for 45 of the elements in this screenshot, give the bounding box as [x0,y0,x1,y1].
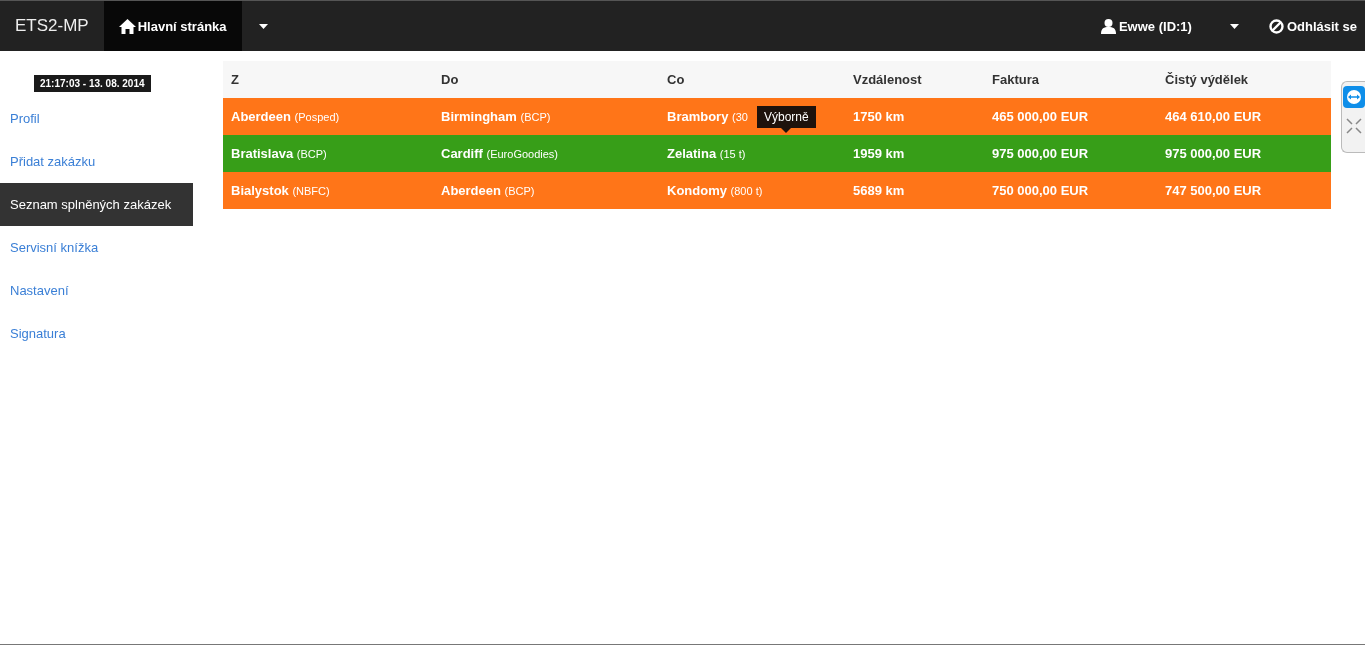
sidebar-item[interactable]: Profil [0,97,193,140]
expand-icon [1345,118,1362,134]
column-header: Z [230,72,240,87]
logout-button[interactable]: Odhlásit se [1268,18,1357,34]
sidebar-item[interactable]: Servisní knížka [0,226,193,269]
table-cell-text: Birmingham (BCP) [440,109,552,124]
column-header: Čistý výdělek [1164,72,1250,87]
column-header: Vzdálenost [852,72,923,87]
clock-badge: 21:17:03 - 13. 08. 2014 [34,75,151,92]
tooltip-arrow-icon [781,128,792,133]
home-icon [118,18,136,34]
ban-icon [1268,18,1284,34]
table-cell-text: 1750 km [852,109,906,124]
table-cell-text: 5689 km [852,183,906,198]
brand-link[interactable]: ETS2-MP [0,16,104,36]
side-widget[interactable] [1341,81,1365,153]
table-cell-text: 750 000,00 EUR [991,183,1090,198]
caret-icon[interactable] [258,23,268,29]
table-cell-text: 975 000,00 EUR [991,146,1090,161]
arrows-icon [1342,86,1365,108]
table-cell-text: 464 610,00 EUR [1164,109,1263,124]
sidebar-item[interactable]: Přidat zakázku [0,140,193,183]
table-cell-text: Aberdeen (BCP) [440,183,536,198]
user-icon [1100,18,1116,34]
caret-icon[interactable] [1229,23,1239,29]
tooltip: Výborně [757,106,816,133]
table-cell: Kondomy (800 t) [667,183,763,198]
table-cell-text: Cardiff (EuroGoodies) [440,146,560,161]
table-cell: Zelatina (15 t) [667,146,746,161]
table-cell-text: 975 000,00 EUR [1164,146,1263,161]
table-cell: Brambory (30 [667,109,748,124]
table-cell-text: 1959 km [852,146,906,161]
home-tab[interactable]: Hlavní stránka [103,1,242,51]
sidebar-item[interactable]: Signatura [0,312,193,355]
column-header: Do [440,72,460,87]
table-cell-text: Aberdeen (Posped) [230,109,341,124]
column-header: Faktura [991,72,1040,87]
table-cell-text: 465 000,00 EUR [991,109,1090,124]
sidebar-item[interactable]: Seznam splněných zakázek [0,183,193,226]
column-header: Co [666,72,686,87]
table-cell-text: Bratislava (BCP) [230,146,328,161]
table-cell-text: 747 500,00 EUR [1164,183,1263,198]
sidebar-item[interactable]: Nastavení [0,269,193,312]
user-menu[interactable]: Ewwe (ID:1) [1100,18,1192,34]
table-cell-text: Bialystok (NBFC) [230,183,331,198]
